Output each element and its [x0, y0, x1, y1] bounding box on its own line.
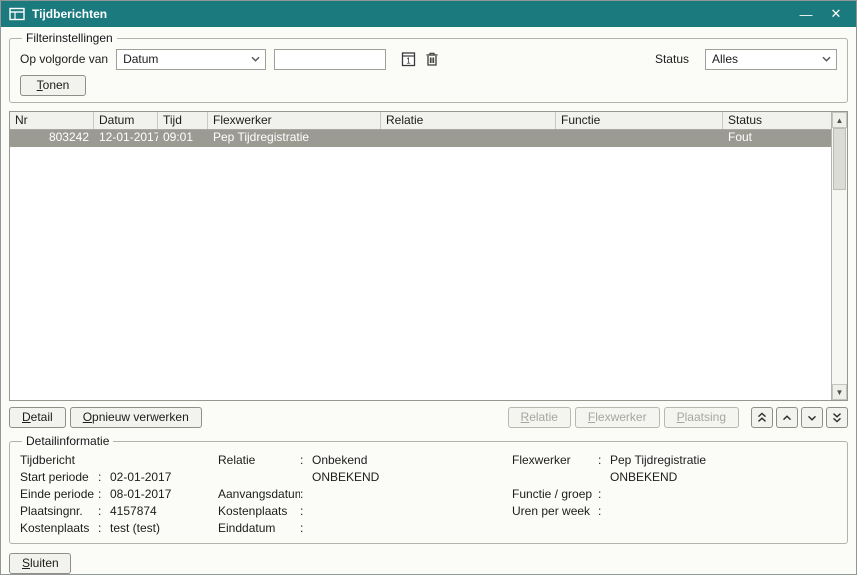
double-chevron-up-icon: [757, 412, 767, 423]
cell-datum: 12-01-2017: [94, 130, 158, 147]
info-row: Kostenplaats : test (test): [20, 520, 218, 537]
relatie-button[interactable]: Relatie: [508, 407, 571, 428]
cell-status: Fout: [723, 130, 831, 147]
window-title: Tijdberichten: [32, 7, 794, 21]
chevron-down-icon: [820, 56, 832, 62]
info-row: Relatie : Onbekend: [218, 452, 512, 469]
col-header-datum[interactable]: Datum: [94, 112, 158, 129]
col-header-relatie[interactable]: Relatie: [381, 112, 556, 129]
sluiten-button[interactable]: Sluiten: [9, 553, 71, 574]
double-chevron-down-icon: [832, 412, 842, 423]
filter-row: Op volgorde van Datum 1: [20, 48, 837, 70]
status-select[interactable]: Alles: [705, 49, 837, 70]
chevron-down-icon: [807, 414, 817, 422]
scrollbar-track[interactable]: [832, 128, 847, 384]
order-select[interactable]: Datum: [116, 49, 266, 70]
window-body: Filterinstellingen Op volgorde van Datum: [1, 27, 856, 575]
action-row: Detail Opnieuw verwerken Relatie Flexwer…: [9, 407, 848, 428]
info-row: Einddatum :: [218, 520, 512, 537]
flexwerker-button[interactable]: Flexwerker: [575, 407, 660, 428]
table-empty-area: [10, 147, 831, 400]
svg-text:1: 1: [406, 57, 411, 66]
trash-icon: [425, 51, 439, 67]
info-row: Functie / groep :: [512, 486, 837, 503]
cell-functie: [556, 130, 723, 147]
calendar-button[interactable]: 1: [396, 48, 420, 70]
plaatsing-button[interactable]: Plaatsing: [664, 407, 739, 428]
detail-grid: Tijdbericht Start periode : 02-01-2017 E…: [20, 452, 837, 537]
order-select-value: Datum: [123, 52, 249, 66]
first-record-button[interactable]: [751, 407, 773, 428]
col-header-tijd[interactable]: Tijd: [158, 112, 208, 129]
close-icon[interactable]: ✕: [824, 6, 848, 22]
next-record-button[interactable]: [801, 407, 823, 428]
titlebar: Tijdberichten — ✕: [1, 1, 856, 27]
info-row: Kostenplaats :: [218, 503, 512, 520]
cell-tijd: 09:01: [158, 130, 208, 147]
col-header-flexwerker[interactable]: Flexwerker: [208, 112, 381, 129]
messages-table: Nr Datum Tijd Flexwerker Relatie Functie…: [9, 111, 848, 401]
tonen-button[interactable]: Tonen: [20, 75, 86, 96]
vertical-scrollbar[interactable]: ▲ ▼: [831, 112, 847, 400]
chevron-up-icon: [782, 414, 792, 422]
col-header-nr[interactable]: Nr: [10, 112, 94, 129]
detail-button[interactable]: Detail: [9, 407, 66, 428]
scroll-up-icon[interactable]: ▲: [832, 112, 847, 128]
status-label: Status: [655, 52, 689, 66]
cell-nr: 803242: [10, 130, 94, 147]
info-row: ONBEKEND: [218, 469, 512, 486]
info-row: Tijdbericht: [20, 452, 218, 469]
col-header-functie[interactable]: Functie: [556, 112, 723, 129]
scroll-down-icon[interactable]: ▼: [832, 384, 847, 400]
detail-column-1: Tijdbericht Start periode : 02-01-2017 E…: [20, 452, 218, 537]
info-row: Einde periode : 08-01-2017: [20, 486, 218, 503]
scrollbar-thumb[interactable]: [833, 128, 846, 190]
minimize-icon[interactable]: —: [794, 7, 818, 22]
filter-group: Filterinstellingen Op volgorde van Datum: [9, 31, 848, 103]
cell-flexwerker: Pep Tijdregistratie: [208, 130, 381, 147]
col-header-status[interactable]: Status: [723, 112, 831, 129]
chevron-down-icon: [249, 56, 261, 62]
bottom-row: Sluiten: [9, 553, 848, 574]
table-header: Nr Datum Tijd Flexwerker Relatie Functie…: [10, 112, 831, 130]
status-select-value: Alles: [712, 52, 820, 66]
info-row: Aanvangsdatum :: [218, 486, 512, 503]
previous-record-button[interactable]: [776, 407, 798, 428]
clear-date-button[interactable]: [420, 48, 444, 70]
window-icon: [9, 7, 25, 21]
filter-search-input[interactable]: [274, 49, 386, 70]
tijdberichten-window: Tijdberichten — ✕ Filterinstellingen Op …: [0, 0, 857, 575]
calendar-icon: 1: [401, 51, 416, 67]
cell-relatie: [381, 130, 556, 147]
table-main: Nr Datum Tijd Flexwerker Relatie Functie…: [10, 112, 831, 400]
order-label: Op volgorde van: [20, 52, 108, 66]
info-row: Uren per week :: [512, 503, 837, 520]
table-row[interactable]: 803242 12-01-2017 09:01 Pep Tijdregistra…: [10, 130, 831, 147]
info-row: ONBEKEND: [512, 469, 837, 486]
detail-group-label: Detailinformatie: [22, 434, 113, 448]
info-row: Start periode : 02-01-2017: [20, 469, 218, 486]
info-row: Plaatsingnr. : 4157874: [20, 503, 218, 520]
detail-column-3: Flexwerker : Pep Tijdregistratie ONBEKEN…: [512, 452, 837, 537]
detail-column-2: Relatie : Onbekend ONBEKEND Aanvangsdatu…: [218, 452, 512, 537]
reprocess-button[interactable]: Opnieuw verwerken: [70, 407, 202, 428]
record-navigation: [751, 407, 848, 428]
last-record-button[interactable]: [826, 407, 848, 428]
filter-group-label: Filterinstellingen: [22, 31, 117, 45]
detail-group: Detailinformatie Tijdbericht Start perio…: [9, 434, 848, 544]
info-row: Flexwerker : Pep Tijdregistratie: [512, 452, 837, 469]
